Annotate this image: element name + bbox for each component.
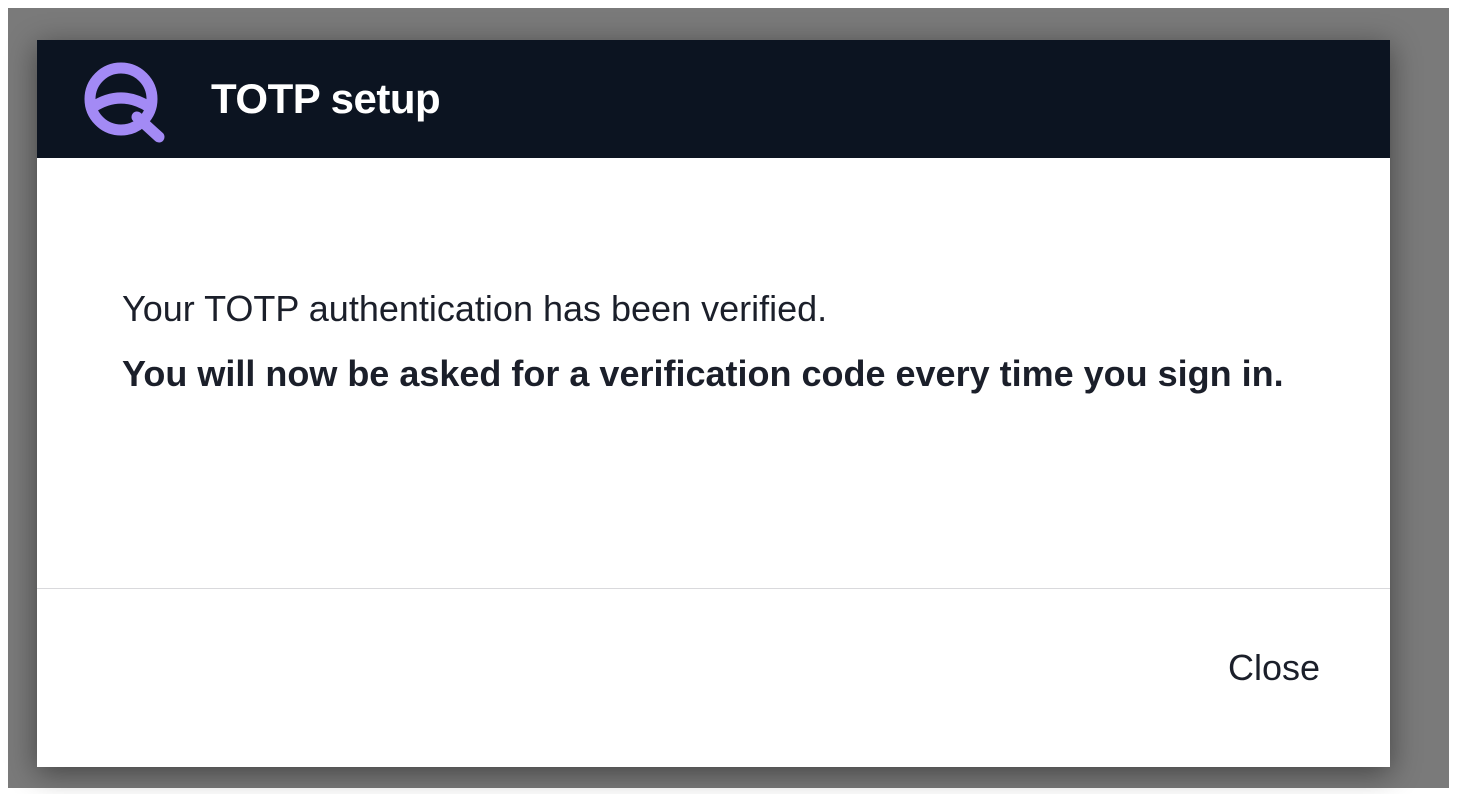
dialog-body: Your TOTP authentication has been verifi… [37, 158, 1390, 588]
totp-setup-dialog: TOTP setup Your TOTP authentication has … [37, 40, 1390, 767]
app-logo-icon [79, 55, 167, 143]
dialog-header: TOTP setup [37, 40, 1390, 158]
verified-message: Your TOTP authentication has been verifi… [122, 288, 828, 329]
dialog-footer: Close [37, 589, 1390, 767]
dialog-title: TOTP setup [211, 75, 441, 122]
verification-notice: You will now be asked for a verification… [122, 353, 1284, 394]
close-button[interactable]: Close [1228, 647, 1320, 689]
